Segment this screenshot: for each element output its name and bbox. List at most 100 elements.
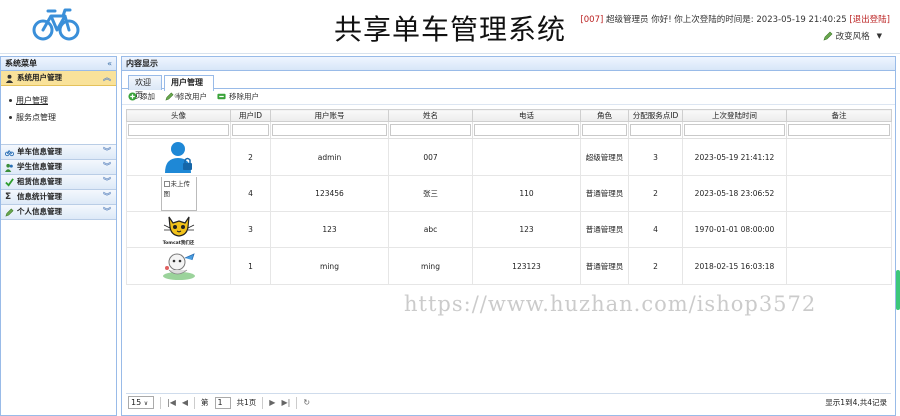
page-label-prefix: 第: [201, 398, 209, 407]
scroll-handle[interactable]: [896, 270, 900, 310]
filter-input[interactable]: [630, 124, 681, 136]
name-cell: abc: [388, 211, 473, 248]
pager-separator: [194, 396, 196, 409]
page-size-select[interactable]: 15 ∨: [128, 396, 154, 409]
column-header-phone[interactable]: 电话: [472, 109, 581, 122]
sidebar-group-personal[interactable]: 个人信息管理 ︾: [1, 205, 116, 220]
remove-user-button[interactable]: 移除用户: [217, 91, 259, 102]
caret-down-icon: ▼: [876, 32, 882, 40]
app-header: 共享单车管理系统 [007] 超级管理员 你好! 你上次登陆的时间是: 2023…: [0, 0, 900, 54]
page-number-input[interactable]: 1: [214, 396, 231, 409]
sidebar-group-students[interactable]: 学生信息管理 ︾: [1, 160, 116, 175]
filter-input[interactable]: [582, 124, 627, 136]
phone-cell: [472, 138, 581, 176]
role-cell: 普通管理员: [580, 211, 629, 248]
table-row[interactable]: 1 ming ming 123123 普通管理员 2 2018-02-15 16…: [126, 247, 892, 285]
table-row[interactable]: Tomcat我们还 3 123 abc 123 普通管理员 4 1970-01-…: [126, 211, 892, 248]
sidebar-group-rentals[interactable]: 租赁信息管理 ︾: [1, 175, 116, 190]
sidebar-group-label: 信息统计管理: [17, 192, 62, 201]
last-login-cell: 1970-01-01 08:00:00: [682, 211, 787, 248]
filter-input[interactable]: [272, 124, 387, 136]
column-header-role[interactable]: 角色: [580, 109, 629, 122]
note-cell: [786, 247, 892, 285]
filter-input[interactable]: [474, 124, 579, 136]
last-login-cell: 2023-05-18 23:06:52: [682, 175, 787, 212]
sigma-icon: Σ: [5, 191, 12, 202]
service-point-cell: 2: [628, 175, 683, 212]
user-id-cell: 4: [230, 175, 271, 212]
next-page-icon[interactable]: ▶: [269, 398, 275, 407]
chevron-down-icon: ︾: [103, 147, 111, 156]
account-cell: 123: [270, 211, 389, 248]
pager-separator: [262, 396, 264, 409]
column-header-user-id[interactable]: 用户ID: [230, 109, 271, 122]
theme-switch-button[interactable]: 改变风格 ▼: [823, 30, 882, 42]
filter-input[interactable]: [684, 124, 785, 136]
sidebar-title-label: 系统菜单: [5, 59, 37, 68]
broken-image-icon: [163, 180, 170, 187]
phone-cell: 123123: [472, 247, 581, 285]
chevron-down-icon: ︾: [103, 192, 111, 201]
sidebar-group-body: 用户管理 服务点管理: [1, 86, 116, 145]
column-header-account[interactable]: 用户账号: [270, 109, 389, 122]
close-tab-icon[interactable]: ⊗: [174, 92, 180, 100]
refresh-icon[interactable]: ↻: [303, 398, 310, 407]
collapse-sidebar-icon[interactable]: «: [107, 57, 112, 70]
table-row[interactable]: 未上传图 4 123456 张三 110 普通管理员 2 2023-05-18 …: [126, 175, 892, 212]
filter-input[interactable]: [128, 124, 229, 136]
service-point-cell: 4: [628, 211, 683, 248]
sidebar-item-label: 用户管理: [16, 96, 48, 105]
tab-welcome[interactable]: 欢迎页: [128, 75, 162, 100]
pager-separator: [160, 396, 161, 409]
column-header-last-login[interactable]: 上次登陆时间: [682, 109, 787, 122]
student-icon: [5, 163, 13, 172]
first-page-icon[interactable]: |◀: [167, 398, 176, 407]
role-cell: 普通管理员: [580, 175, 629, 212]
tab-bar: 欢迎页 用户管理 ⊗: [122, 71, 895, 100]
tomcat-caption: Tomcat我们还: [162, 240, 195, 246]
sidebar-item-user-management[interactable]: 用户管理: [9, 94, 116, 111]
sidebar-group-label: 个人信息管理: [17, 207, 62, 216]
note-cell: [786, 175, 892, 212]
last-page-icon[interactable]: ▶|: [281, 398, 290, 407]
user-info: [007] 超级管理员 你好! 你上次登陆的时间是: 2023-05-19 21…: [580, 13, 890, 25]
remove-user-button-label: 移除用户: [229, 92, 259, 101]
chevron-down-icon: ︾: [103, 177, 111, 186]
filter-input[interactable]: [390, 124, 471, 136]
tab-user-management[interactable]: 用户管理 ⊗: [164, 75, 214, 100]
sidebar: 系统菜单 « 系统用户管理 ︽ 用户管理 服务点管理 单车信息管理 ︾ 学生信息…: [0, 56, 117, 416]
sidebar-item-service-point-management[interactable]: 服务点管理: [9, 111, 116, 128]
column-header-avatar[interactable]: 头像: [126, 109, 231, 122]
prev-page-icon[interactable]: ◀: [182, 398, 188, 407]
account-cell: ming: [270, 247, 389, 285]
sidebar-item-label: 服务点管理: [16, 113, 56, 122]
column-header-name[interactable]: 姓名: [388, 109, 473, 122]
column-header-note[interactable]: 备注: [786, 109, 892, 122]
logout-link[interactable]: [退出登陆]: [849, 15, 890, 25]
sidebar-group-system-users[interactable]: 系统用户管理 ︽: [1, 71, 116, 86]
user-id-cell: 3: [230, 211, 271, 248]
note-cell: [786, 211, 892, 248]
chevron-up-icon: ︽: [103, 73, 111, 82]
avatar-cell: Tomcat我们还: [126, 211, 231, 248]
user-id-cell: 1: [230, 247, 271, 285]
avatar-cell: [126, 138, 231, 176]
broken-image-avatar: 未上传图: [160, 176, 197, 211]
sidebar-title: 系统菜单 «: [1, 57, 116, 71]
column-header-service-point[interactable]: 分配服务点ID: [628, 109, 683, 122]
filter-input[interactable]: [232, 124, 269, 136]
service-point-cell: 3: [628, 138, 683, 176]
watermark: https://www.huzhan.com/ishop3572: [404, 292, 817, 316]
avatar-cell: [126, 247, 231, 285]
account-cell: 123456: [270, 175, 389, 212]
name-cell: ming: [388, 247, 473, 285]
content-panel: 内容显示 欢迎页 用户管理⊗ 添加 修改用户 移除用户 头像 用户ID 用户账号…: [121, 56, 896, 416]
chevron-down-icon: ∨: [143, 400, 149, 407]
sidebar-group-bikes[interactable]: 单车信息管理 ︾: [1, 145, 116, 160]
sidebar-group-statistics[interactable]: Σ 信息统计管理 ︾: [1, 190, 116, 205]
filter-input[interactable]: [788, 124, 890, 136]
tomcat-avatar: Tomcat我们还: [161, 213, 197, 247]
table-row[interactable]: 2 admin 007 超级管理员 3 2023-05-19 21:41:12: [126, 138, 892, 176]
pencil-icon: [5, 208, 14, 217]
content-title-label: 内容显示: [126, 59, 158, 68]
